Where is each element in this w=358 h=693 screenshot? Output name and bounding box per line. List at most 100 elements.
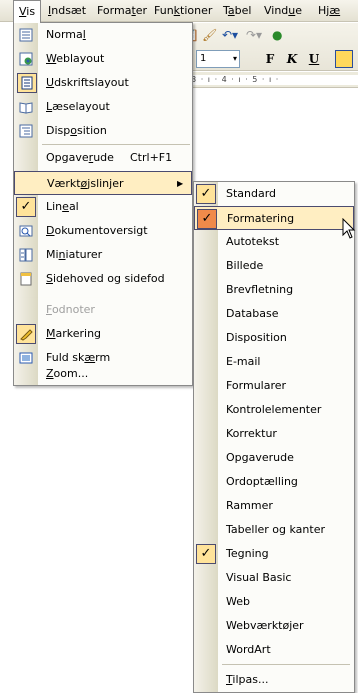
underline-button[interactable]: U [304, 50, 324, 68]
menu-item-shortcut: Ctrl+F1 [130, 151, 173, 164]
submenu-item-rammer[interactable]: Rammer [194, 494, 354, 518]
submenu-item-brevfletning[interactable]: Brevfletning [194, 278, 354, 302]
submenu-item-opgaverude[interactable]: Opgaverude [194, 446, 354, 470]
submenu-item-wordart[interactable]: WordArt [194, 638, 354, 662]
submenu-item-tegning[interactable]: ✓ Tegning [194, 542, 354, 566]
menu-item-label: Dokumentoversigt [46, 224, 148, 237]
font-size-value: 1 [200, 53, 207, 64]
web-layout-icon [18, 51, 34, 67]
header-footer-icon [18, 271, 34, 287]
word-toolbars: 📋 🖌 ↶▾ ↷▾ ● 1 ▾ F K U [180, 23, 358, 71]
print-layout-icon [17, 73, 37, 93]
submenu-item-standard[interactable]: ✓ Standard [194, 182, 354, 206]
menu-item-label: Disposition [46, 124, 107, 137]
menu-item-normal[interactable]: Normal [14, 23, 192, 47]
menu-item-label: Brevfletning [226, 283, 294, 296]
submenu-item-tilpas[interactable]: Tilpas... [194, 668, 354, 692]
menu-item-label: Formatering [227, 212, 295, 225]
hyperlink-icon[interactable]: ● [272, 27, 282, 43]
normal-view-icon [18, 27, 34, 43]
menu-item-label: Normal [46, 28, 86, 41]
menu-item-label: Korrektur [226, 427, 277, 440]
submenu-arrow-icon: ▶ [177, 179, 184, 188]
submenu-item-korrektur[interactable]: Korrektur [194, 422, 354, 446]
menu-item-label: Tilpas... [226, 673, 269, 686]
menu-item-laeselayout[interactable]: Læselayout [14, 95, 192, 119]
menu-item-label: Værktøjslinjer [47, 177, 124, 190]
undo-icon[interactable]: ↶▾ [222, 27, 238, 43]
menu-item-label: Opgaverude [226, 451, 294, 464]
thumbnails-icon [18, 247, 34, 263]
italic-button[interactable]: K [282, 50, 302, 68]
submenu-item-autotekst[interactable]: Autotekst [194, 230, 354, 254]
submenu-item-e-mail[interactable]: E-mail [194, 350, 354, 374]
menu-item-weblayout[interactable]: Weblayout [14, 47, 192, 71]
chevron-down-icon[interactable]: ▾ [233, 51, 237, 67]
view-menu: Normal Weblayout Udskriftslayout Læselay… [13, 22, 193, 299]
menu-separator [222, 664, 350, 665]
submenu-item-ordoptaelling[interactable]: Ordoptælling [194, 470, 354, 494]
menu-tabel[interactable]: Tabel [223, 0, 251, 22]
bold-button[interactable]: F [260, 50, 280, 68]
menu-item-label: Web [226, 595, 250, 608]
menu-item-label: Visual Basic [226, 571, 292, 584]
submenu-item-tabeller-og-kanter[interactable]: Tabeller og kanter [194, 518, 354, 542]
menu-item-label: Webværktøjer [226, 619, 304, 632]
checkmark-icon: ✓ [196, 184, 216, 204]
menu-item-udskriftslayout[interactable]: Udskriftslayout [14, 71, 192, 95]
menu-item-vaerktoejslinjer[interactable]: Værktøjslinjer ▶ [14, 171, 192, 195]
menu-item-label: Kontrolelementer [226, 403, 322, 416]
menu-item-label: E-mail [226, 355, 261, 368]
menu-item-label: Fodnoter [46, 303, 95, 316]
menu-item-miniaturer[interactable]: Miniaturer [14, 243, 192, 267]
menu-separator [42, 144, 190, 145]
menu-item-label: Disposition [226, 331, 287, 344]
standard-toolbar: 📋 🖌 ↶▾ ↷▾ ● [180, 23, 358, 47]
menu-vindue[interactable]: Vindue [264, 0, 302, 22]
submenu-item-formularer[interactable]: Formularer [194, 374, 354, 398]
menu-item-label: Udskriftslayout [46, 76, 129, 89]
submenu-item-database[interactable]: Database [194, 302, 354, 326]
font-size-box[interactable]: 1 ▾ [196, 50, 240, 68]
submenu-item-visual-basic[interactable]: Visual Basic [194, 566, 354, 590]
menu-formater[interactable]: Formater [97, 0, 147, 22]
menu-item-opgaverude[interactable]: Opgaverude Ctrl+F1 [14, 146, 192, 170]
submenu-item-web[interactable]: Web [194, 590, 354, 614]
menu-item-dokumentoversigt[interactable]: Dokumentoversigt [14, 219, 192, 243]
menu-item-label: Rammer [226, 499, 273, 512]
reading-layout-icon [18, 99, 34, 115]
align-left-button[interactable] [335, 50, 353, 68]
menu-item-label: Miniaturer [46, 248, 103, 261]
menu-item-label: Sidehoved og sidefod [46, 272, 165, 285]
menu-item-label: Ordoptælling [226, 475, 298, 488]
format-painter-icon[interactable]: 🖌 [202, 27, 217, 43]
menu-item-label: Lineal [46, 200, 79, 213]
menu-item-label: Billede [226, 259, 264, 272]
submenu-item-disposition[interactable]: Disposition [194, 326, 354, 350]
menu-item-disposition[interactable]: Disposition [14, 119, 192, 143]
menu-item-label: Læselayout [46, 100, 110, 113]
ruler[interactable]: · 3 · ı · 4 · ı · 5 · ı · [180, 72, 358, 88]
menu-indsaet[interactable]: Indsæt [48, 0, 86, 22]
submenu-item-billede[interactable]: Billede [194, 254, 354, 278]
mouse-pointer-icon [342, 218, 356, 239]
menu-item-sidehoved-og-sidefod[interactable]: Sidehoved og sidefod [14, 267, 192, 291]
submenu-item-formatering[interactable]: ✓ Formatering [194, 206, 354, 230]
menu-item-label: Tegning [226, 547, 269, 560]
menu-hjaelp[interactable]: Hjæ [318, 0, 340, 22]
menu-bar: Vis Indsæt Formater Funktioner Tabel Vin… [0, 0, 358, 23]
outline-view-icon [18, 123, 34, 139]
menu-vis[interactable]: Vis [13, 0, 41, 23]
menu-item-zoom[interactable]: Zoom... [14, 364, 192, 384]
checkmark-icon: ✓ [196, 544, 216, 564]
menu-item-fodnoter: Fodnoter [14, 298, 192, 322]
menu-item-markering[interactable]: Markering [14, 322, 192, 346]
menu-item-lineal[interactable]: ✓ Lineal [14, 195, 192, 219]
submenu-item-webvaerktoejer[interactable]: Webværktøjer [194, 614, 354, 638]
submenu-item-kontrolelementer[interactable]: Kontrolelementer [194, 398, 354, 422]
view-menu-lower: Fodnoter Markering Fuld skærm Zoom... [13, 298, 193, 386]
menu-item-label: Weblayout [46, 52, 105, 65]
checkmark-icon: ✓ [197, 209, 217, 229]
menu-funktioner[interactable]: Funktioner [154, 0, 212, 22]
redo-icon[interactable]: ↷▾ [246, 27, 262, 43]
